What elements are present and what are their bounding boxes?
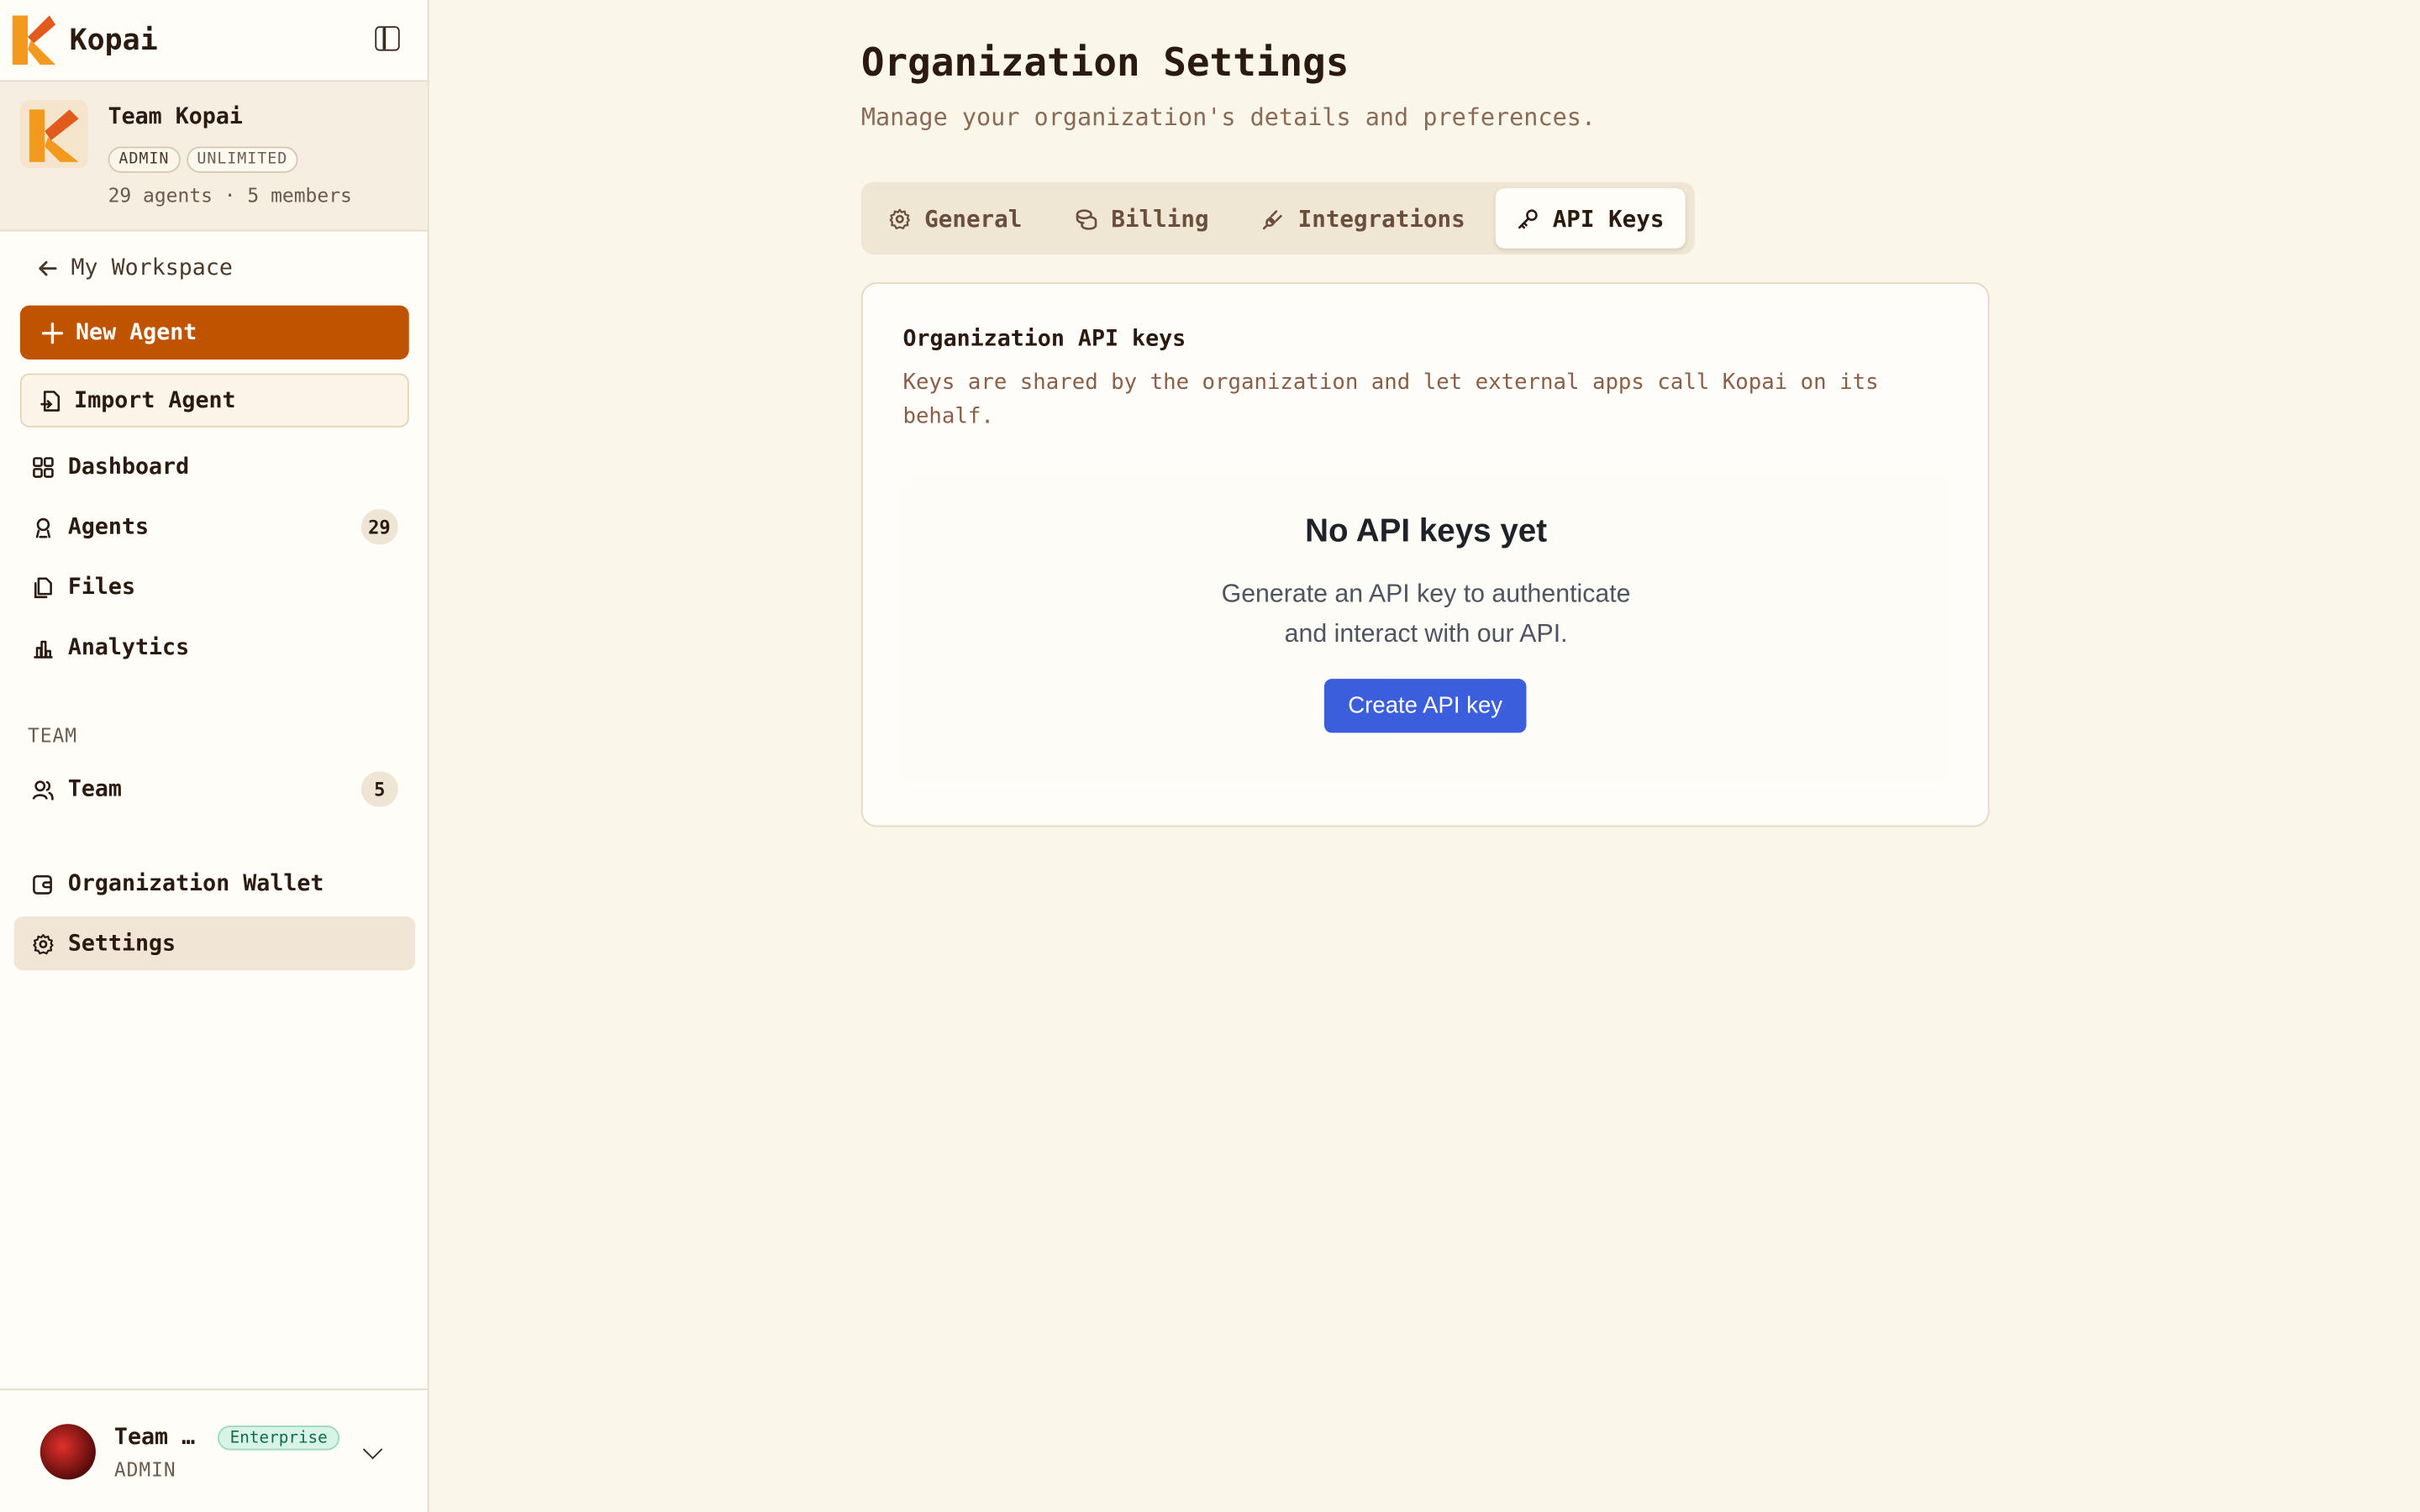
team-section-label: TEAM xyxy=(28,723,78,747)
robot-icon xyxy=(35,517,51,538)
import-agent-label: Import Agent xyxy=(74,387,236,413)
tab-api-keys[interactable]: API Keys xyxy=(1495,188,1686,249)
app-frame: Kopai Team Kopai ADMIN UNLIMITED 29 agen… xyxy=(0,0,2420,1512)
api-keys-panel: Organization API keys Keys are shared by… xyxy=(860,282,1990,827)
sidebar-item-organization-wallet[interactable]: Organization Wallet xyxy=(14,856,416,910)
avatar xyxy=(39,1424,96,1480)
empty-state-description: Generate an API key to authenticate and … xyxy=(1221,580,1631,648)
gear-icon xyxy=(889,207,910,229)
create-api-key-button[interactable]: Create API key xyxy=(1323,679,1527,733)
settings-tabs: General Billing Integrations API Keys xyxy=(860,181,1695,255)
grid-icon xyxy=(33,456,54,477)
role-badge: ADMIN xyxy=(108,146,181,173)
files-icon xyxy=(34,576,52,598)
agents-count-badge: 29 xyxy=(360,509,398,545)
tab-billing[interactable]: Billing xyxy=(1054,188,1230,249)
sidebar-item-label: Files xyxy=(67,575,135,600)
org-meta: 29 agents · 5 members xyxy=(108,183,352,207)
arrow-left-icon xyxy=(39,260,57,276)
empty-state-title: No API keys yet xyxy=(1305,513,1548,549)
sidebar-item-label: Agents xyxy=(67,514,150,539)
sidebar-toggle-icon[interactable] xyxy=(375,26,400,51)
key-icon xyxy=(1518,208,1538,228)
page-title: Organization Settings xyxy=(860,39,1349,86)
tab-label: General xyxy=(924,204,1023,233)
sidebar-item-settings[interactable]: Settings xyxy=(13,916,416,971)
sidebar-item-agents[interactable]: Agents 29 xyxy=(14,500,416,554)
panel-description: Keys are shared by the organization and … xyxy=(902,370,1879,429)
sidebar-item-analytics[interactable]: Analytics xyxy=(14,620,416,674)
page-subtitle: Manage your organization's details and p… xyxy=(860,103,1597,132)
sidebar-item-files[interactable]: Files xyxy=(14,560,416,614)
sidebar-item-team[interactable]: Team 5 xyxy=(14,762,416,816)
user-menu[interactable]: Team … Enterprise ADMIN xyxy=(0,1389,429,1512)
new-agent-label: New Agent xyxy=(75,320,197,345)
sidebar-item-label: Organization Wallet xyxy=(67,870,324,896)
plan-badge: UNLIMITED xyxy=(186,146,299,173)
sidebar: Kopai Team Kopai ADMIN UNLIMITED 29 agen… xyxy=(0,0,429,1512)
plug-icon xyxy=(1262,209,1282,229)
kopai-logo[interactable] xyxy=(12,15,56,66)
tab-label: Billing xyxy=(1111,204,1209,233)
tab-label: API Keys xyxy=(1552,204,1665,233)
back-to-workspace-link[interactable]: My Workspace xyxy=(37,256,233,281)
plus-icon xyxy=(41,322,64,344)
import-agent-button[interactable]: Import Agent xyxy=(19,373,409,428)
sidebar-item-label: Team xyxy=(67,776,122,802)
back-label: My Workspace xyxy=(71,255,233,281)
sidebar-item-label: Settings xyxy=(67,931,176,956)
gear-icon xyxy=(33,933,54,954)
sidebar-header: Kopai xyxy=(0,0,428,82)
wallet-icon xyxy=(33,874,52,894)
panel-title: Organization API keys xyxy=(902,327,1186,352)
user-name: Team … xyxy=(113,1425,196,1451)
org-badges: ADMIN UNLIMITED xyxy=(108,146,299,173)
new-agent-button[interactable]: New Agent xyxy=(19,305,409,360)
sidebar-item-dashboard[interactable]: Dashboard xyxy=(14,439,416,493)
team-count-badge: 5 xyxy=(360,771,398,807)
coins-icon xyxy=(1076,208,1097,229)
org-name: Team Kopai xyxy=(108,104,243,130)
org-logo xyxy=(19,100,88,169)
file-import-icon xyxy=(40,390,60,411)
brand-name: Kopai xyxy=(69,23,158,57)
users-icon xyxy=(32,780,54,800)
tab-label: Integrations xyxy=(1297,204,1465,233)
sidebar-item-label: Analytics xyxy=(67,634,190,660)
bar-chart-icon xyxy=(34,639,53,658)
user-role: ADMIN xyxy=(113,1457,176,1482)
chevron-down-icon[interactable] xyxy=(362,1439,383,1460)
plan-badge: Enterprise xyxy=(217,1425,340,1451)
tab-general[interactable]: General xyxy=(867,188,1044,249)
empty-state: No API keys yet Generate an API key to a… xyxy=(902,476,1949,783)
sidebar-item-label: Dashboard xyxy=(67,454,190,480)
tab-integrations[interactable]: Integrations xyxy=(1241,188,1487,249)
